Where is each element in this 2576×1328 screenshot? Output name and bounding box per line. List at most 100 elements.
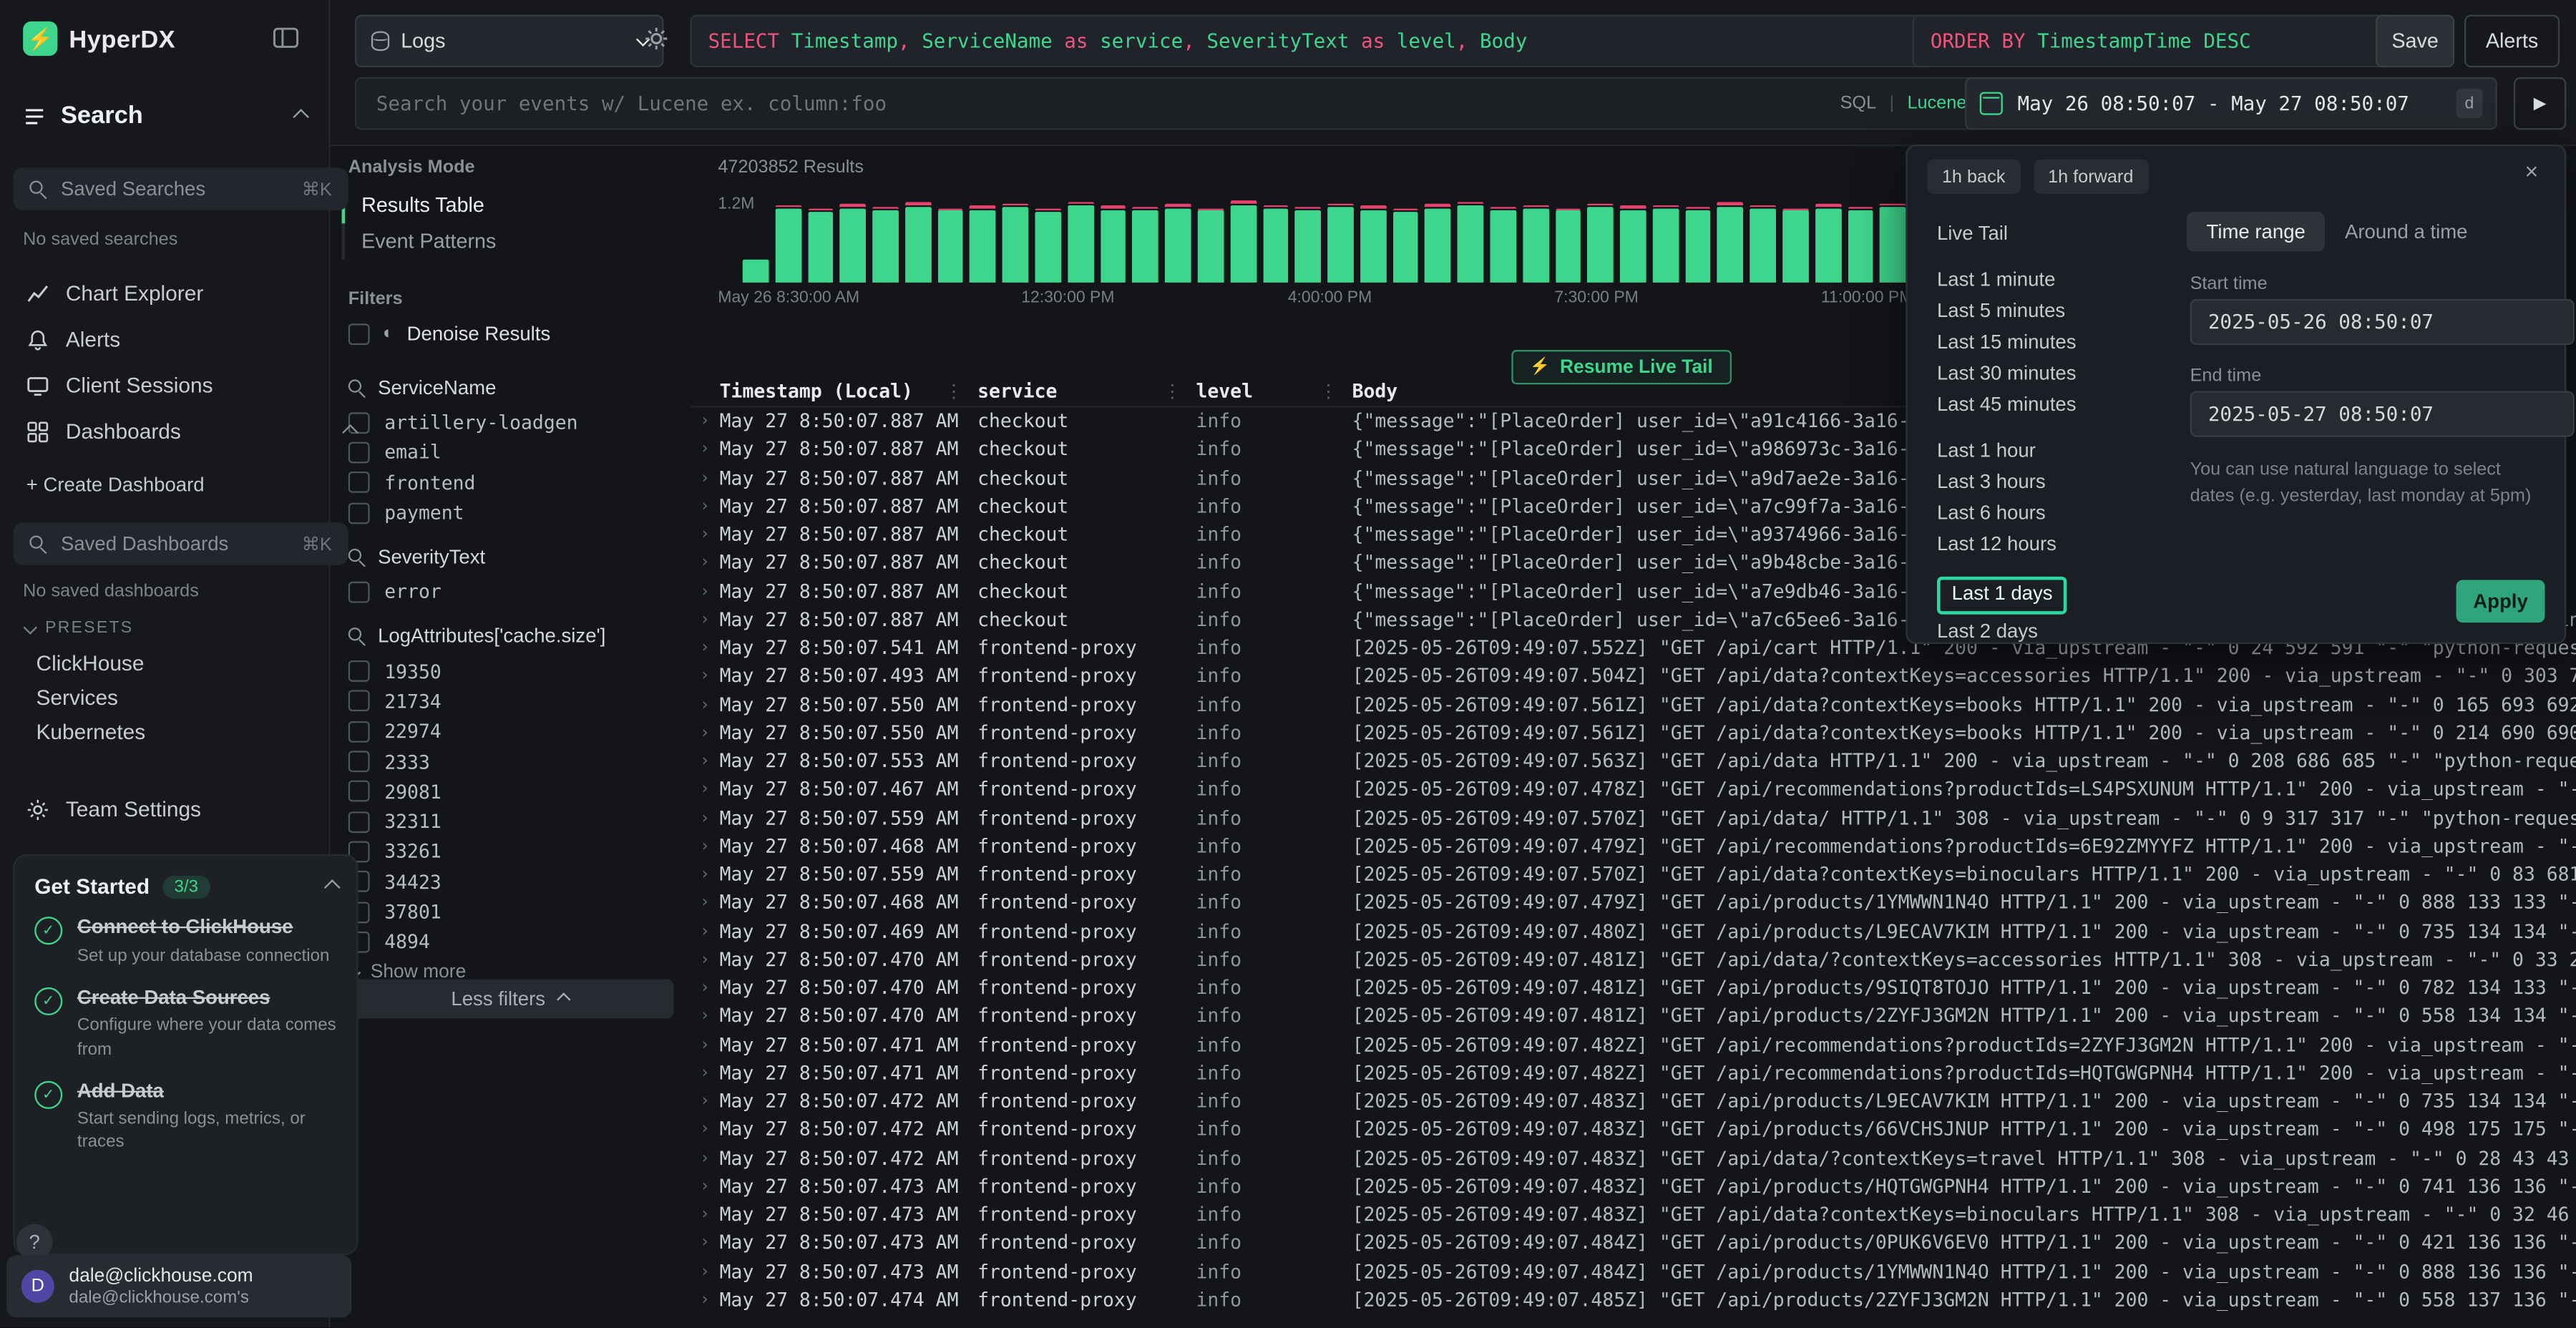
time-range-option[interactable]: Last 5 minutes	[1937, 296, 2167, 327]
column-resize-handle[interactable]: ⋮	[1163, 381, 1196, 402]
histogram-bar[interactable]	[743, 257, 769, 283]
histogram-bar[interactable]	[1685, 208, 1711, 283]
histogram-bar[interactable]	[1620, 206, 1646, 283]
sidebar-item-team-settings[interactable]: Team Settings	[0, 788, 381, 829]
checkbox[interactable]	[348, 660, 370, 682]
user-menu[interactable]: D dale@clickhouse.com dale@clickhouse.co…	[6, 1255, 351, 1317]
sidebar-preset-item[interactable]: Services	[0, 680, 328, 715]
close-icon[interactable]: ×	[2525, 157, 2539, 184]
histogram-bar[interactable]	[1880, 203, 1906, 282]
histogram-bar[interactable]	[1588, 203, 1614, 282]
log-row[interactable]: ›May 27 8:50:07.559 AMfrontend-proxyinfo…	[690, 861, 2576, 889]
getstarted-item[interactable]: ✓Add DataStart sending logs, metrics, or…	[34, 1079, 336, 1154]
histogram-bar[interactable]	[872, 208, 898, 283]
histogram-bar[interactable]	[808, 209, 834, 283]
histogram-bar[interactable]	[1262, 205, 1288, 283]
log-row[interactable]: ›May 27 8:50:07.472 AMfrontend-proxyinfo…	[690, 1116, 2576, 1145]
histogram-bar[interactable]	[840, 205, 866, 283]
time-range-option[interactable]: Last 1 minute	[1937, 265, 2167, 296]
log-row[interactable]: ›May 27 8:50:07.467 AMfrontend-proxyinfo…	[690, 776, 2576, 804]
time-range-option[interactable]: Last 30 minutes	[1937, 358, 2167, 390]
log-row[interactable]: ›May 27 8:50:07.468 AMfrontend-proxyinfo…	[690, 832, 2576, 861]
histogram-bar[interactable]	[1425, 205, 1451, 283]
histogram-bar[interactable]	[1652, 205, 1678, 283]
analysis-mode-option[interactable]: Event Patterns	[342, 223, 680, 260]
filter-value-row[interactable]: 19350	[348, 656, 674, 686]
histogram-bar[interactable]	[1490, 208, 1516, 283]
shift-forward-button[interactable]: 1h forward	[2033, 160, 2148, 194]
language-toggle-sql[interactable]: SQL	[1840, 94, 1877, 114]
histogram-bar[interactable]	[1717, 202, 1743, 282]
histogram-bar[interactable]	[1458, 202, 1483, 283]
sidebar-collapse-icon[interactable]	[273, 26, 299, 49]
sql-select-editor[interactable]: SELECT Timestamp, ServiceName as service…	[690, 15, 1935, 67]
run-search-button[interactable]: ▶	[2514, 77, 2566, 130]
log-row[interactable]: ›May 27 8:50:07.493 AMfrontend-proxyinfo…	[690, 663, 2576, 691]
histogram-bar[interactable]	[775, 205, 801, 283]
log-row[interactable]: ›May 27 8:50:07.470 AMfrontend-proxyinfo…	[690, 946, 2576, 975]
log-row[interactable]: ›May 27 8:50:07.473 AMfrontend-proxyinfo…	[690, 1258, 2576, 1286]
filter-value-row[interactable]: payment	[348, 497, 674, 527]
column-resize-handle[interactable]: ⋮	[1319, 381, 1352, 402]
sidebar-item-dashboards[interactable]: Dashboards	[0, 411, 381, 451]
search-input[interactable]	[373, 90, 1827, 117]
time-range-option[interactable]: Last 45 minutes	[1937, 389, 2167, 421]
column-header-service[interactable]: service⋮	[977, 379, 1196, 402]
histogram-bar[interactable]	[1100, 206, 1126, 283]
save-button[interactable]: Save	[2376, 15, 2454, 67]
log-row[interactable]: ›May 27 8:50:07.474 AMfrontend-proxyinfo…	[690, 1286, 2576, 1314]
column-resize-handle[interactable]: ⋮	[945, 381, 977, 402]
log-row[interactable]: ›May 27 8:50:07.468 AMfrontend-proxyinfo…	[690, 889, 2576, 918]
presets-section-toggle[interactable]: PRESETS	[26, 620, 134, 638]
filter-value-row[interactable]: 29081	[348, 776, 674, 806]
language-toggle-lucene[interactable]: Lucene	[1907, 94, 1966, 114]
histogram-bar[interactable]	[1068, 202, 1093, 283]
filter-value-row[interactable]: 4894	[348, 927, 674, 957]
time-range-option[interactable]: Live Tail	[1937, 218, 2167, 250]
time-range-option[interactable]: Last 1 hour	[1937, 435, 2167, 467]
filter-value-row[interactable]: 21734	[348, 686, 674, 716]
log-row[interactable]: ›May 27 8:50:07.472 AMfrontend-proxyinfo…	[690, 1144, 2576, 1173]
checkbox[interactable]	[348, 721, 370, 742]
histogram-bar[interactable]	[1360, 206, 1386, 283]
log-row[interactable]: ›May 27 8:50:07.471 AMfrontend-proxyinfo…	[690, 1031, 2576, 1060]
histogram-bar[interactable]	[1035, 209, 1061, 283]
column-header-timestamp[interactable]: Timestamp (Local)⋮	[720, 379, 977, 402]
checkbox[interactable]	[348, 581, 370, 602]
histogram-bar[interactable]	[1523, 205, 1548, 283]
log-row[interactable]: ›May 27 8:50:07.470 AMfrontend-proxyinfo…	[690, 975, 2576, 1003]
histogram-bar[interactable]	[1230, 200, 1256, 283]
histogram-bar[interactable]	[1165, 205, 1191, 283]
analysis-mode-option[interactable]: Results Table	[342, 187, 680, 224]
histogram-bar[interactable]	[937, 208, 963, 282]
histogram-bar[interactable]	[1392, 209, 1418, 283]
filter-value-row[interactable]: 2333	[348, 746, 674, 776]
log-row[interactable]: ›May 27 8:50:07.471 AMfrontend-proxyinfo…	[690, 1059, 2576, 1088]
create-dashboard-button[interactable]: + Create Dashboard	[26, 473, 205, 496]
histogram-bar[interactable]	[1782, 208, 1808, 282]
filter-value-row[interactable]: 32311	[348, 806, 674, 836]
sidebar-preset-item[interactable]: ClickHouse	[0, 645, 328, 680]
histogram-bar[interactable]	[1815, 205, 1841, 283]
time-range-option[interactable]: Last 3 hours	[1937, 467, 2167, 498]
filter-value-row[interactable]: 33261	[348, 836, 674, 866]
tab-time-range[interactable]: Time range	[2187, 212, 2325, 251]
sidebar-preset-item[interactable]: Kubernetes	[0, 715, 328, 749]
sidebar-item-chart-explorer[interactable]: Chart Explorer	[0, 273, 381, 313]
sql-orderby-editor[interactable]: ORDER BY TimestampTime DESC	[1913, 15, 2396, 67]
checkbox[interactable]	[348, 751, 370, 772]
histogram-bar[interactable]	[1848, 207, 1873, 283]
alerts-button[interactable]: Alerts	[2464, 15, 2560, 67]
histogram-bar[interactable]	[1750, 205, 1776, 283]
histogram-bar[interactable]	[1295, 208, 1321, 283]
time-range-option[interactable]: Last 2 days	[1937, 616, 2167, 648]
histogram-bar[interactable]	[1555, 208, 1581, 282]
apply-button[interactable]: Apply	[2457, 580, 2545, 622]
log-row[interactable]: ›May 27 8:50:07.473 AMfrontend-proxyinfo…	[690, 1173, 2576, 1201]
log-row[interactable]: ›May 27 8:50:07.559 AMfrontend-proxyinfo…	[690, 804, 2576, 833]
column-header-level[interactable]: level⋮	[1196, 379, 1352, 402]
source-settings-gear-icon[interactable]	[644, 26, 668, 51]
filter-value-row[interactable]: error	[348, 577, 674, 607]
histogram-bar[interactable]	[1002, 203, 1028, 282]
checkbox[interactable]	[348, 690, 370, 712]
